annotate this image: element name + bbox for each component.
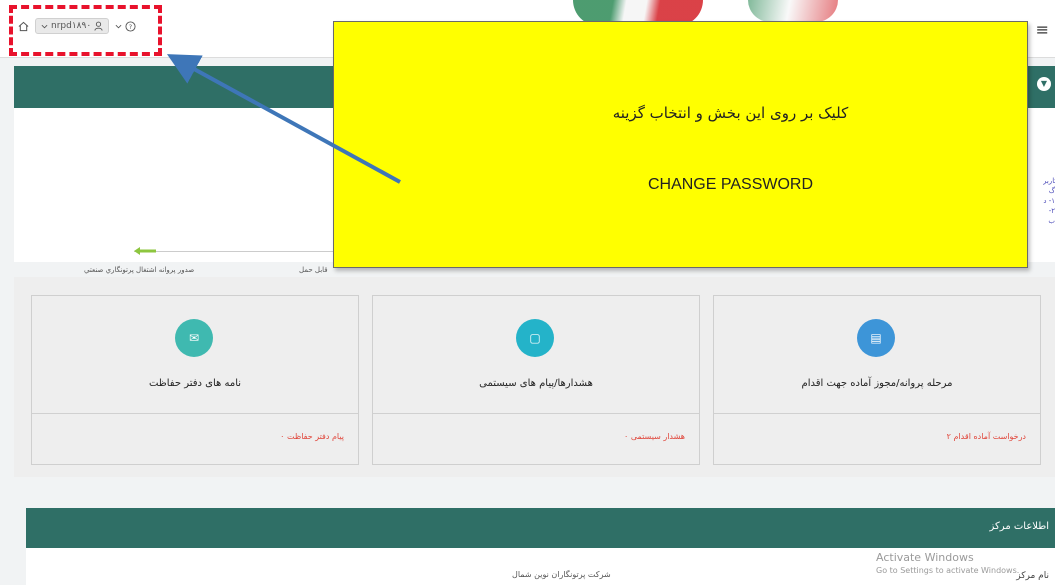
windows-watermark: Activate Windows Go to Settings to activ…	[876, 551, 1019, 577]
watermark-line: Go to Settings to activate Windows.	[876, 566, 1020, 575]
message-icon: ▢	[516, 319, 554, 357]
highlight-box	[9, 5, 162, 56]
card-link[interactable]: ۰ پیام دفتر حفاظت	[280, 432, 344, 441]
instruction-callout: کلیک بر روی این بخش و انتخاب گزینه CHANG…	[333, 21, 1028, 268]
card-link[interactable]: ۲ درخواست آماده اقدام	[947, 432, 1026, 441]
dashboard-cards: ✉ نامه های دفتر حفاظت ۰ پیام دفتر حفاظت …	[14, 277, 1055, 477]
card-system-alerts[interactable]: ▢ هشدارها/پیام های سیستمی ۰ هشدار سیستمی	[372, 295, 700, 465]
panel-title: اطلاعات مرکز	[989, 521, 1049, 532]
card-title: نامه های دفتر حفاظت	[148, 378, 242, 389]
envelope-icon: ✉	[175, 319, 213, 357]
step-label: قابل حمل	[299, 266, 328, 274]
callout-text: کلیک بر روی این بخش و انتخاب گزینه	[612, 104, 849, 122]
field-label: نام مرکز	[1016, 571, 1049, 581]
step-label: صدور پروانه اشتغال پرتونگاري صنعتي	[84, 266, 195, 274]
divider	[32, 413, 358, 414]
card-title: هشدارها/پیام های سیستمی	[479, 378, 593, 389]
menu-toggle-icon[interactable]: ≡	[1036, 20, 1049, 39]
card-protection-letters[interactable]: ✉ نامه های دفتر حفاظت ۰ پیام دفتر حفاظت	[31, 295, 359, 465]
side-text: کاربر گ ۱- د ۲- ب	[1043, 177, 1055, 225]
document-icon: ▤	[857, 319, 895, 357]
divider	[714, 413, 1040, 414]
card-title: مرحله پروانه/مجوز آماده جهت اقدام	[801, 378, 953, 389]
callout-text: CHANGE PASSWORD	[647, 176, 814, 193]
divider	[373, 413, 699, 414]
chevron-circle-icon[interactable]: ▼	[1037, 77, 1051, 91]
card-license-stage[interactable]: ▤ مرحله پروانه/مجوز آماده جهت اقدام ۲ در…	[713, 295, 1041, 465]
watermark-line: Activate Windows	[876, 551, 974, 564]
arrow-left-icon	[134, 247, 156, 255]
flag-graphic-secondary	[748, 0, 838, 22]
card-link[interactable]: ۰ هشدار سیستمی	[624, 432, 685, 441]
field-value: شرکت پرتونگاران نوین شمال	[512, 570, 611, 579]
